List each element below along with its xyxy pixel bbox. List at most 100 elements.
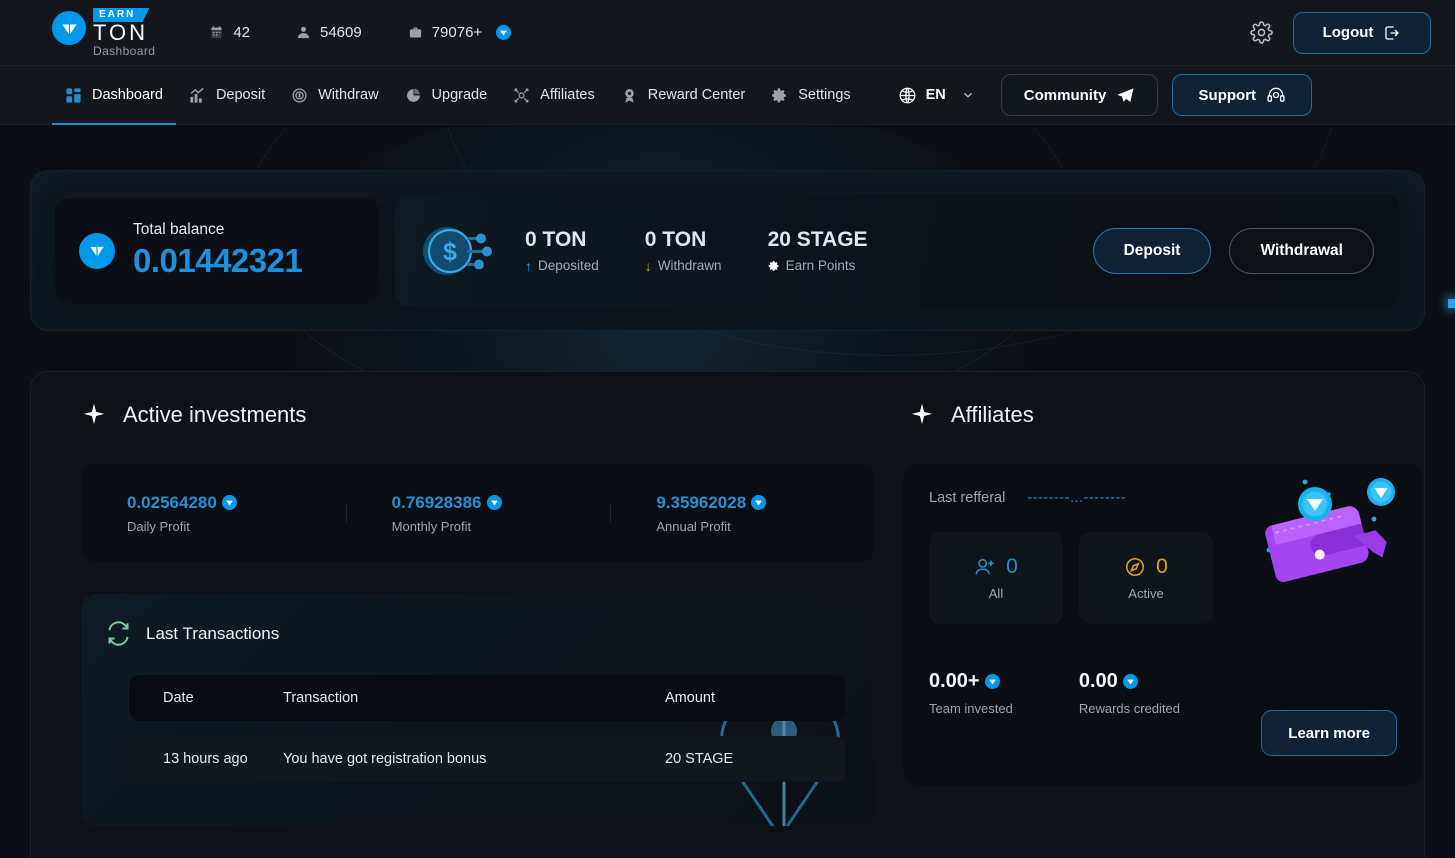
active-investments-title: Active investments (123, 402, 307, 427)
network-icon (513, 87, 530, 104)
logout-label: Logout (1322, 24, 1374, 41)
nav-label-deposit: Deposit (215, 87, 266, 103)
user-plus-icon (974, 556, 996, 578)
settings-gear-button[interactable] (1250, 21, 1273, 44)
column-header-transaction: Transaction (283, 690, 359, 706)
compass-icon (1124, 556, 1146, 578)
profit-monthly: 0.76928386 Monthly Profit (345, 493, 611, 534)
logo-dashboard-text: Dashboard (93, 44, 156, 58)
ton-badge-icon (496, 25, 512, 40)
affiliate-active-label: Active (1128, 586, 1164, 601)
transaction-amount: 20 STAGE (665, 751, 734, 767)
learn-more-button[interactable]: Learn more (1261, 710, 1397, 756)
dashboard-lower-panel: Active investments 0.02564280 Daily Prof… (30, 371, 1425, 858)
total-balance-value: 0.01442321 (133, 242, 303, 279)
community-button[interactable]: Community (1000, 74, 1159, 116)
nav-item-withdraw[interactable]: Withdraw (278, 66, 391, 125)
hero-stat-earn-points: 20 STAGE Earn Points (768, 228, 868, 273)
user-icon (296, 25, 311, 40)
nav-label-upgrade: Upgrade (431, 87, 488, 103)
arrow-up-icon: ↑ (525, 257, 532, 274)
refresh-icon (105, 620, 132, 647)
hero-balance-card: Total balance 0.01442321 $ 0 TON ↑ Depos… (30, 170, 1425, 331)
affiliate-all-label: All (988, 586, 1004, 601)
table-row[interactable]: 13 hours ago You have got registration b… (129, 736, 845, 782)
nav-item-settings[interactable]: Settings (758, 66, 863, 125)
deposit-button[interactable]: Deposit (1092, 227, 1212, 274)
logo-earn-badge: EARN (93, 8, 150, 22)
last-referral-value: --------...-------- (1027, 490, 1127, 506)
nav-item-upgrade[interactable]: Upgrade (392, 66, 501, 125)
arrow-down-icon: ↓ (644, 257, 652, 274)
main-navigation: Dashboard Deposit Withdraw Upgrade Affil… (0, 66, 1455, 125)
calendar-icon (209, 25, 224, 40)
ton-coin-icon (79, 232, 115, 269)
nav-label-dashboard: Dashboard (92, 87, 163, 103)
hero-stat-withdrawn: 0 TON ↓ Withdrawn (645, 228, 722, 274)
last-transactions-header: Last Transactions (105, 620, 851, 647)
top-bar: EARN TON Dashboard 42 54609 79076+ Logou… (0, 0, 1455, 66)
header-stats: 42 54609 79076+ (209, 24, 512, 41)
language-selector[interactable]: EN (898, 86, 975, 105)
profit-summary: 0.02564280 Daily Profit 0.76928386 Month… (81, 464, 875, 562)
nav-item-dashboard[interactable]: Dashboard (52, 66, 176, 125)
transaction-description: You have got registration bonus (283, 751, 487, 767)
affiliate-active-value: 0 (1156, 555, 1168, 578)
nav-item-reward-center[interactable]: Reward Center (608, 66, 759, 125)
header-stat-users-value: 54609 (320, 24, 362, 41)
nav-item-affiliates[interactable]: Affiliates (500, 66, 608, 125)
medal-icon (621, 87, 638, 104)
monthly-profit-label: Monthly Profit (391, 518, 472, 534)
affiliate-total-rewards-credited: 0.00 Rewards credited (1079, 670, 1180, 716)
affiliate-counter-all: 0 All (929, 532, 1063, 624)
glow-dot-decoration (1448, 299, 1455, 308)
withdrawn-label: Withdrawn (657, 258, 722, 273)
gear-icon (771, 87, 788, 104)
ton-badge-icon (221, 495, 237, 510)
rewards-credited-label: Rewards credited (1078, 701, 1180, 716)
globe-icon (898, 86, 917, 105)
hero-stats-group: 0 TON ↑ Deposited 0 TON ↓ Withdrawn 20 S… (525, 228, 868, 274)
wallet-coins-illustration (1265, 478, 1395, 582)
ton-badge-icon (486, 495, 502, 510)
ton-badge-icon (751, 495, 767, 510)
header-stat-users: 54609 (296, 24, 362, 41)
hero-action-buttons: Deposit Withdrawal (1092, 227, 1374, 274)
dollar-coin-illustration: $ (423, 226, 492, 275)
ton-badge-icon (1122, 674, 1138, 689)
total-balance-card: Total balance 0.01442321 (55, 198, 379, 303)
last-transactions-title: Last Transactions (146, 623, 280, 643)
nav-item-deposit[interactable]: Deposit (176, 66, 278, 125)
logout-icon (1385, 25, 1400, 40)
support-label: Support (1198, 86, 1257, 104)
last-transactions-card: Last Transactions Date Transaction Amoun… (81, 594, 875, 826)
transaction-date: 13 hours ago (163, 751, 248, 767)
deposited-value: 0 TON (525, 227, 587, 251)
team-invested-value: 0.00+ (929, 670, 980, 692)
community-label: Community (1023, 86, 1107, 104)
headset-icon (1266, 85, 1286, 105)
column-header-date: Date (163, 690, 194, 706)
support-button[interactable]: Support (1172, 74, 1313, 116)
last-referral-label: Last refferal (929, 490, 1006, 506)
header-stat-invested: 79076+ (408, 24, 512, 41)
earn-points-label: Earn Points (785, 258, 856, 273)
sparkle-icon (81, 402, 107, 428)
app-logo[interactable]: EARN TON Dashboard (52, 8, 155, 57)
page-content: Total balance 0.01442321 $ 0 TON ↑ Depos… (0, 126, 1455, 858)
deposited-label: Deposited (538, 258, 599, 273)
telegram-icon (1116, 86, 1135, 105)
affiliates-header: Affiliates (885, 402, 1423, 428)
annual-profit-label: Annual Profit (656, 518, 731, 534)
affiliates-title: Affiliates (951, 402, 1034, 427)
chart-up-icon (189, 87, 206, 104)
logo-ton-text: TON (93, 20, 149, 45)
logout-button[interactable]: Logout (1293, 11, 1431, 54)
pie-chart-icon (405, 87, 422, 104)
nav-label-settings: Settings (798, 87, 851, 103)
earn-points-value: 20 STAGE (767, 228, 868, 251)
gear-icon (768, 260, 780, 272)
withdrawal-button[interactable]: Withdrawal (1229, 227, 1374, 274)
active-investments-header: Active investments (57, 402, 853, 428)
affiliate-total-team-invested: 0.00+ Team invested (929, 670, 1013, 716)
